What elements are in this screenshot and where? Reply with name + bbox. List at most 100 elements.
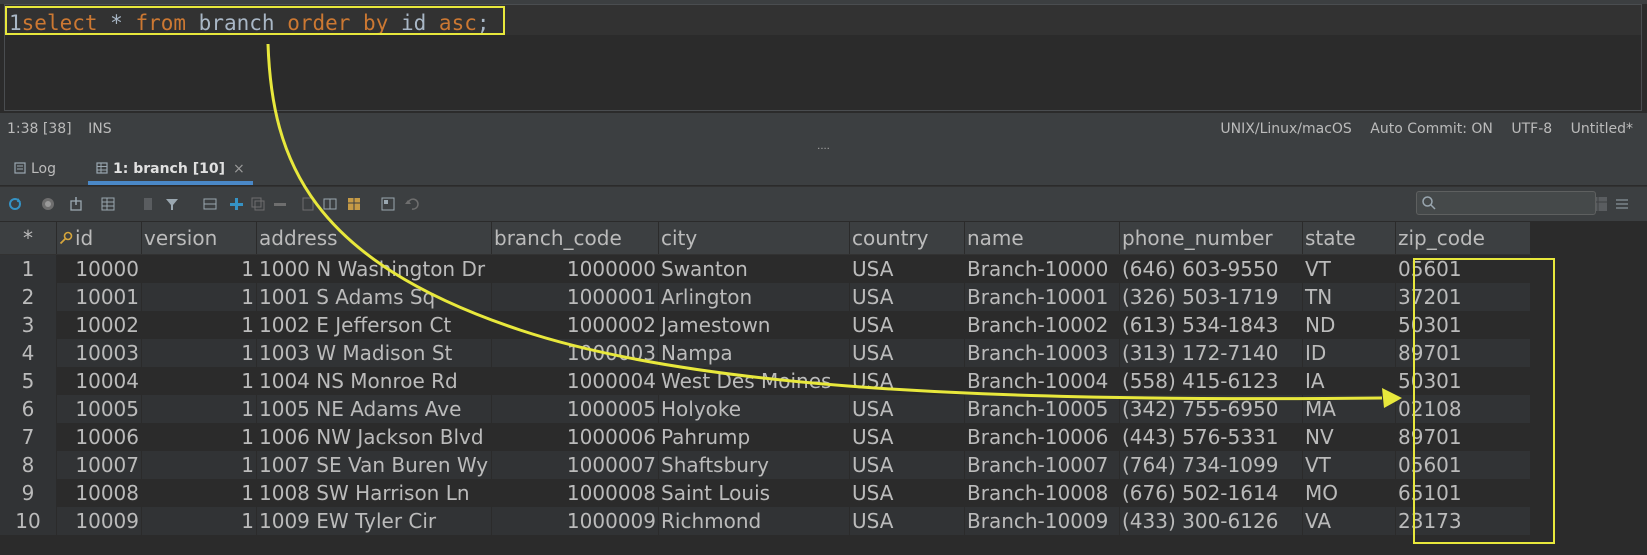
cell-branch-code[interactable]: 1000002	[491, 311, 659, 339]
cell-phone-number[interactable]: (326) 503-1719	[1119, 283, 1303, 311]
compare-icon[interactable]	[322, 196, 338, 212]
cell-state[interactable]: MO	[1302, 479, 1396, 507]
table-row[interactable]: 3 10002 1 1002 E Jefferson Ct 1000002 Jamesto…	[0, 311, 1531, 339]
cell-address[interactable]: 1001 S Adams Sq	[256, 283, 492, 311]
cell-country[interactable]: USA	[849, 254, 965, 283]
cell-country[interactable]: USA	[849, 283, 965, 311]
column-header-id[interactable]: id	[56, 222, 142, 255]
cell-zip-code[interactable]: 89701	[1395, 339, 1531, 367]
cell-version[interactable]: 1	[141, 283, 257, 311]
cell-phone-number[interactable]: (613) 534-1843	[1119, 311, 1303, 339]
add-row-icon[interactable]	[228, 196, 244, 212]
cell-id[interactable]: 10008	[56, 479, 142, 507]
export-icon[interactable]	[68, 196, 84, 212]
cell-city[interactable]: Swanton	[658, 254, 850, 283]
cell-version[interactable]: 1	[141, 451, 257, 479]
row-number[interactable]: 1	[0, 254, 57, 283]
cell-version[interactable]: 1	[141, 254, 257, 283]
cell-version[interactable]: 1	[141, 339, 257, 367]
cell-branch-code[interactable]: 1000004	[491, 367, 659, 395]
table-row[interactable]: 5 10004 1 1004 NS Monroe Rd 1000004 West Des …	[0, 367, 1531, 395]
column-header-address[interactable]: address	[256, 222, 492, 255]
column-header-branch-code[interactable]: branch_code	[491, 222, 659, 255]
cell-version[interactable]: 1	[141, 507, 257, 535]
cell-phone-number[interactable]: (443) 576-5331	[1119, 423, 1303, 451]
cell-id[interactable]: 10004	[56, 367, 142, 395]
cursor-position[interactable]: 1:38 [38]	[7, 121, 72, 137]
cell-name[interactable]: Branch-10004	[964, 367, 1120, 395]
cell-version[interactable]: 1	[141, 395, 257, 423]
table-row[interactable]: 2 10001 1 1001 S Adams Sq 1000001 Arlington US…	[0, 283, 1531, 311]
cell-name[interactable]: Branch-10009	[964, 507, 1120, 535]
cell-branch-code[interactable]: 1000009	[491, 507, 659, 535]
tab-log[interactable]: Log	[14, 153, 56, 185]
cell-id[interactable]: 10000	[56, 254, 142, 283]
cell-address[interactable]: 1006 NW Jackson Blvd	[256, 423, 492, 451]
cell-country[interactable]: USA	[849, 423, 965, 451]
column-header-phone-number[interactable]: phone_number	[1119, 222, 1303, 255]
cell-city[interactable]: Saint Louis	[658, 479, 850, 507]
cell-state[interactable]: VT	[1302, 254, 1396, 283]
cell-state[interactable]: VT	[1302, 451, 1396, 479]
cell-country[interactable]: USA	[849, 311, 965, 339]
cell-name[interactable]: Branch-10006	[964, 423, 1120, 451]
cell-name[interactable]: Branch-10000	[964, 254, 1120, 283]
reload-icon[interactable]	[7, 196, 23, 212]
row-number[interactable]: 7	[0, 423, 57, 451]
cell-city[interactable]: West Des Moines	[658, 367, 850, 395]
cell-phone-number[interactable]: (676) 502-1614	[1119, 479, 1303, 507]
delete-row-icon[interactable]	[272, 196, 288, 212]
cell-zip-code[interactable]: 89701	[1395, 423, 1531, 451]
column-header-state[interactable]: state	[1302, 222, 1396, 255]
cell-state[interactable]: IA	[1302, 367, 1396, 395]
panel-splitter[interactable]: ....	[0, 142, 1647, 153]
cell-phone-number[interactable]: (646) 603-9550	[1119, 254, 1303, 283]
row-number[interactable]: 8	[0, 451, 57, 479]
cell-zip-code[interactable]: 05601	[1395, 254, 1531, 283]
cell-state[interactable]: NV	[1302, 423, 1396, 451]
column-header-version[interactable]: version	[141, 222, 257, 255]
row-number[interactable]: 4	[0, 339, 57, 367]
cell-country[interactable]: USA	[849, 507, 965, 535]
cell-branch-code[interactable]: 1000005	[491, 395, 659, 423]
row-number[interactable]: 2	[0, 283, 57, 311]
view-query-icon[interactable]	[380, 196, 396, 212]
table-row[interactable]: 10 10009 1 1009 EW Tyler Cir 1000009 Richmond…	[0, 507, 1531, 535]
cell-branch-code[interactable]: 1000001	[491, 283, 659, 311]
cell-version[interactable]: 1	[141, 311, 257, 339]
table-row[interactable]: 4 10003 1 1003 W Madison St 1000003 Nampa USA B…	[0, 339, 1531, 367]
cell-zip-code[interactable]: 05601	[1395, 451, 1531, 479]
tab-branch-result[interactable]: 1: branch [10] ×	[88, 153, 253, 185]
cell-name[interactable]: Branch-10001	[964, 283, 1120, 311]
cell-country[interactable]: USA	[849, 339, 965, 367]
cell-city[interactable]: Arlington	[658, 283, 850, 311]
cell-country[interactable]: USA	[849, 395, 965, 423]
cell-name[interactable]: Branch-10008	[964, 479, 1120, 507]
column-header-city[interactable]: city	[658, 222, 850, 255]
cell-id[interactable]: 10002	[56, 311, 142, 339]
cell-city[interactable]: Shaftsbury	[658, 451, 850, 479]
cell-id[interactable]: 10009	[56, 507, 142, 535]
edit-icon[interactable]	[300, 196, 316, 212]
clone-row-icon[interactable]	[250, 196, 266, 212]
cell-id[interactable]: 10006	[56, 423, 142, 451]
cell-version[interactable]: 1	[141, 423, 257, 451]
cell-country[interactable]: USA	[849, 367, 965, 395]
cell-id[interactable]: 10007	[56, 451, 142, 479]
text-view-icon[interactable]	[1614, 196, 1630, 212]
table-row[interactable]: 1 10000 1 1000 N Washington Dr 1000000 Swanto…	[0, 254, 1531, 283]
column-header-zip-code[interactable]: zip_code	[1395, 222, 1531, 255]
filter-icon[interactable]	[164, 196, 180, 212]
auto-commit-status[interactable]: Auto Commit: ON	[1370, 121, 1493, 137]
cell-zip-code[interactable]: 37201	[1395, 283, 1531, 311]
cell-branch-code[interactable]: 1000006	[491, 423, 659, 451]
row-number[interactable]: 6	[0, 395, 57, 423]
cell-branch-code[interactable]: 1000008	[491, 479, 659, 507]
cell-address[interactable]: 1002 E Jefferson Ct	[256, 311, 492, 339]
cell-name[interactable]: Branch-10002	[964, 311, 1120, 339]
cell-phone-number[interactable]: (764) 734-1099	[1119, 451, 1303, 479]
cell-state[interactable]: MA	[1302, 395, 1396, 423]
cell-address[interactable]: 1007 SE Van Buren Wy	[256, 451, 492, 479]
column-header-country[interactable]: country	[849, 222, 965, 255]
cell-name[interactable]: Branch-10005	[964, 395, 1120, 423]
